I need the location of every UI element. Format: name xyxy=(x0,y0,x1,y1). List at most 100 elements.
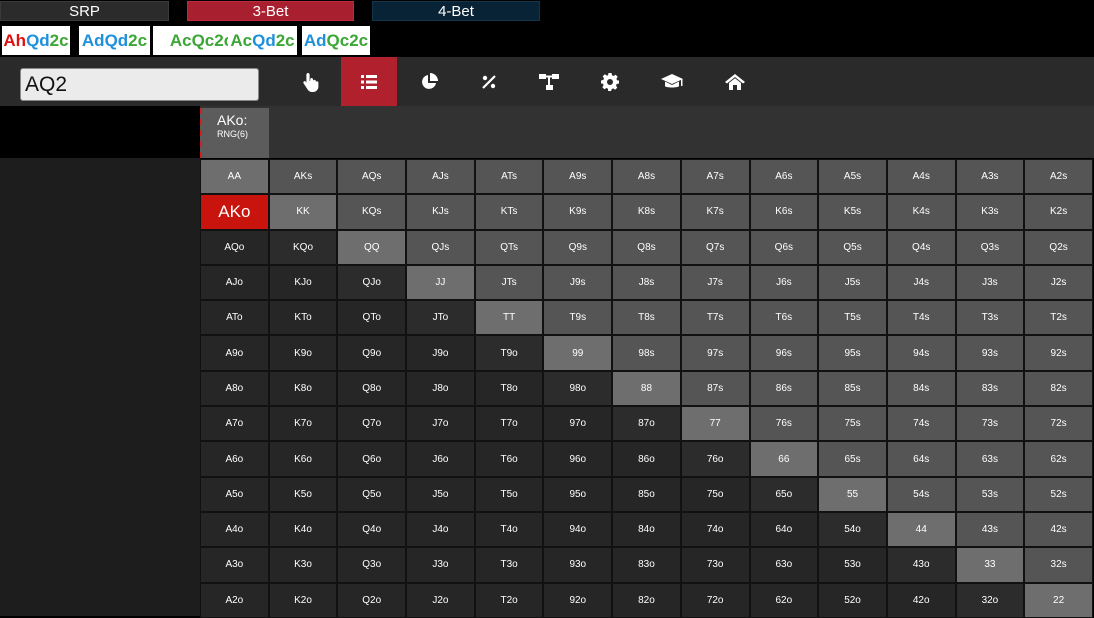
hand-cell-74s[interactable]: 74s xyxy=(886,406,956,442)
hand-cell-T6o[interactable]: T6o xyxy=(474,441,544,477)
list-icon[interactable] xyxy=(341,57,397,106)
hand-cell-85o[interactable]: 85o xyxy=(612,476,681,512)
home-icon[interactable] xyxy=(707,57,763,106)
hand-cell-97o[interactable]: 97o xyxy=(543,406,613,442)
hand-cell-65s[interactable]: 65s xyxy=(818,441,887,477)
hand-cell-T2s[interactable]: T2s xyxy=(1024,300,1093,336)
hand-cell-ATo[interactable]: ATo xyxy=(200,300,269,336)
hand-cell-K8s[interactable]: K8s xyxy=(612,194,681,230)
hand-cell-Q5o[interactable]: Q5o xyxy=(337,476,407,512)
hand-cell-Q9o[interactable]: Q9o xyxy=(337,335,407,371)
hand-cell-A5s[interactable]: A5s xyxy=(818,159,887,195)
hand-cell-98s[interactable]: 98s xyxy=(612,335,681,371)
hand-cell-44[interactable]: 44 xyxy=(886,511,956,548)
hand-cell-A7o[interactable]: A7o xyxy=(200,406,269,442)
hand-cell-75s[interactable]: 75s xyxy=(818,406,887,442)
hand-cell-K3s[interactable]: K3s xyxy=(955,194,1025,230)
hand-cell-J9o[interactable]: J9o xyxy=(406,335,475,371)
hand-cell-T3o[interactable]: T3o xyxy=(474,547,544,583)
hand-cell-AA[interactable]: AA xyxy=(200,159,269,195)
hand-cell-J5o[interactable]: J5o xyxy=(406,476,475,512)
hand-cell-AKs[interactable]: AKs xyxy=(268,159,338,195)
hand-cell-42s[interactable]: 42s xyxy=(1024,511,1093,548)
hand-cell-63s[interactable]: 63s xyxy=(955,441,1025,477)
hand-cell-A7s[interactable]: A7s xyxy=(680,159,750,195)
hand-cell-TT[interactable]: TT xyxy=(474,300,544,336)
hand-cell-Q8s[interactable]: Q8s xyxy=(612,229,681,265)
hand-cell-JTs[interactable]: JTs xyxy=(474,264,544,301)
hand-cell-75o[interactable]: 75o xyxy=(680,476,750,512)
hand-cell-QTs[interactable]: QTs xyxy=(474,229,544,265)
board-option[interactable]: AcQd2c xyxy=(228,26,297,55)
hand-cell-A8s[interactable]: A8s xyxy=(612,159,681,195)
hand-cell-92s[interactable]: 92s xyxy=(1024,335,1093,371)
percent-icon[interactable] xyxy=(461,57,517,106)
hand-cell-A6s[interactable]: A6s xyxy=(749,159,819,195)
hand-cell-K2o[interactable]: K2o xyxy=(268,582,338,618)
hand-cell-Q3o[interactable]: Q3o xyxy=(337,547,407,583)
hand-cell-Q9s[interactable]: Q9s xyxy=(543,229,613,265)
hand-cell-52s[interactable]: 52s xyxy=(1024,476,1093,512)
hand-cell-83s[interactable]: 83s xyxy=(955,370,1025,407)
hand-cell-94s[interactable]: 94s xyxy=(886,335,956,371)
hand-cell-88[interactable]: 88 xyxy=(612,370,681,407)
hand-cell-85s[interactable]: 85s xyxy=(818,370,887,407)
graduation-cap-icon[interactable] xyxy=(644,57,700,106)
hand-cell-52o[interactable]: 52o xyxy=(818,582,887,618)
hand-pointer-icon[interactable] xyxy=(283,57,339,106)
hand-cell-A8o[interactable]: A8o xyxy=(200,370,269,407)
hand-cell-J4o[interactable]: J4o xyxy=(406,511,475,548)
hand-cell-J8s[interactable]: J8s xyxy=(612,264,681,301)
hand-cell-73s[interactable]: 73s xyxy=(955,406,1025,442)
hand-cell-T8s[interactable]: T8s xyxy=(612,300,681,336)
hand-cell-84s[interactable]: 84s xyxy=(886,370,956,407)
hand-cell-95s[interactable]: 95s xyxy=(818,335,887,371)
search-input[interactable] xyxy=(20,68,259,101)
hand-cell-82o[interactable]: 82o xyxy=(612,582,681,618)
hand-cell-66[interactable]: 66 xyxy=(749,441,819,477)
hand-cell-Q6o[interactable]: Q6o xyxy=(337,441,407,477)
hand-cell-33[interactable]: 33 xyxy=(955,547,1025,583)
hand-cell-T5s[interactable]: T5s xyxy=(818,300,887,336)
hand-cell-K9s[interactable]: K9s xyxy=(543,194,613,230)
board-option[interactable]: AdQd2c xyxy=(79,26,150,55)
hand-cell-84o[interactable]: 84o xyxy=(612,511,681,548)
hand-cell-QTo[interactable]: QTo xyxy=(337,300,407,336)
hand-cell-J8o[interactable]: J8o xyxy=(406,370,475,407)
hand-cell-Q6s[interactable]: Q6s xyxy=(749,229,819,265)
hand-cell-87o[interactable]: 87o xyxy=(612,406,681,442)
hand-cell-55[interactable]: 55 xyxy=(818,476,887,512)
hand-cell-43o[interactable]: 43o xyxy=(886,547,956,583)
hand-cell-63o[interactable]: 63o xyxy=(749,547,819,583)
hand-cell-K4o[interactable]: K4o xyxy=(268,511,338,548)
hand-cell-T7s[interactable]: T7s xyxy=(680,300,750,336)
hand-cell-T9o[interactable]: T9o xyxy=(474,335,544,371)
hand-cell-A4s[interactable]: A4s xyxy=(886,159,956,195)
tab-3bet[interactable]: 3-Bet xyxy=(187,1,354,21)
hand-cell-K5o[interactable]: K5o xyxy=(268,476,338,512)
hand-cell-J7s[interactable]: J7s xyxy=(680,264,750,301)
hand-cell-A2o[interactable]: A2o xyxy=(200,582,269,618)
hand-cell-62o[interactable]: 62o xyxy=(749,582,819,618)
hand-cell-KTo[interactable]: KTo xyxy=(268,300,338,336)
hand-cell-54o[interactable]: 54o xyxy=(818,511,887,548)
hand-cell-A4o[interactable]: A4o xyxy=(200,511,269,548)
tab-4bet[interactable]: 4-Bet xyxy=(372,1,540,21)
hand-cell-K6o[interactable]: K6o xyxy=(268,441,338,477)
hand-cell-J3s[interactable]: J3s xyxy=(955,264,1025,301)
tree-icon[interactable] xyxy=(521,57,577,106)
hand-cell-72o[interactable]: 72o xyxy=(680,582,750,618)
hand-cell-43s[interactable]: 43s xyxy=(955,511,1025,548)
hand-cell-54s[interactable]: 54s xyxy=(886,476,956,512)
tab-srp[interactable]: SRP xyxy=(0,1,169,21)
hand-cell-93o[interactable]: 93o xyxy=(543,547,613,583)
hand-cell-QJo[interactable]: QJo xyxy=(337,264,407,301)
hand-cell-KQo[interactable]: KQo xyxy=(268,229,338,265)
hand-cell-Q3s[interactable]: Q3s xyxy=(955,229,1025,265)
hand-cell-T8o[interactable]: T8o xyxy=(474,370,544,407)
hand-cell-A9o[interactable]: A9o xyxy=(200,335,269,371)
hand-cell-K6s[interactable]: K6s xyxy=(749,194,819,230)
hand-cell-Q2o[interactable]: Q2o xyxy=(337,582,407,618)
hand-cell-AJo[interactable]: AJo xyxy=(200,264,269,301)
hand-cell-KQs[interactable]: KQs xyxy=(337,194,407,230)
